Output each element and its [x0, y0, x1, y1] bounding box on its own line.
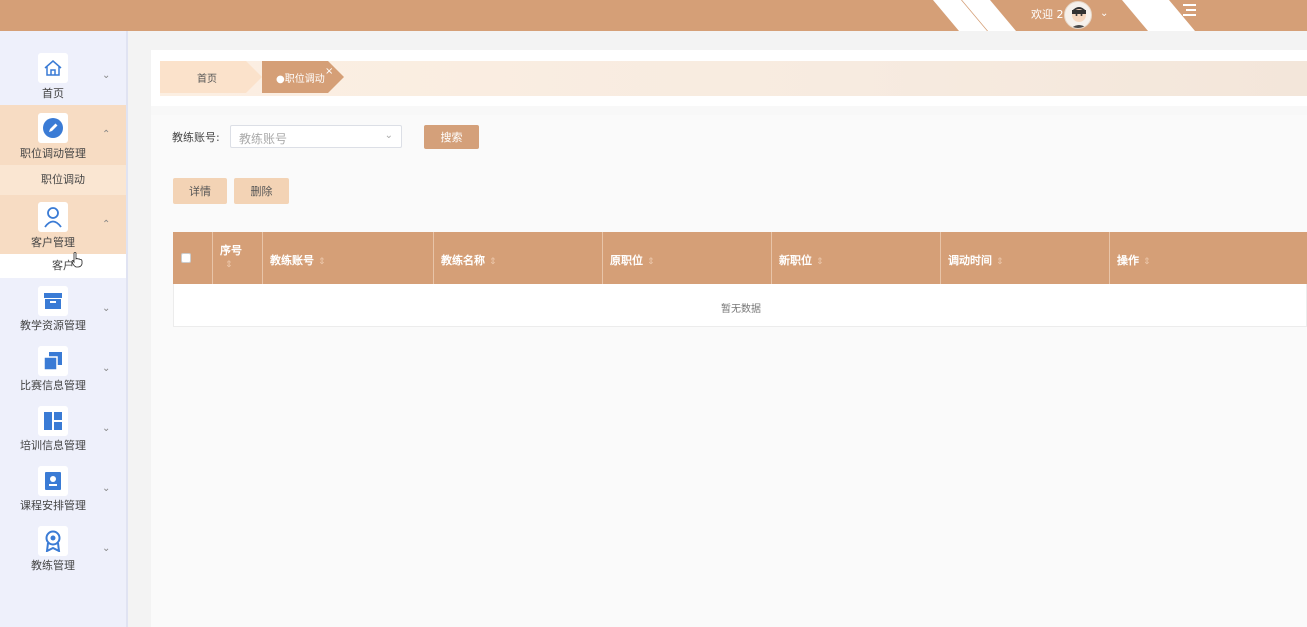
- user-icon: [38, 202, 68, 232]
- search-label: 教练账号:: [172, 131, 220, 144]
- chevron-up-icon: ⌃: [102, 219, 111, 230]
- chevron-down-icon: ⌄: [102, 483, 111, 494]
- col-old-position[interactable]: 原职位 ⇕: [603, 232, 772, 284]
- sidebar-item-label: 职位调动管理: [20, 147, 86, 160]
- tab-home[interactable]: 首页: [160, 61, 262, 93]
- col-label: 原职位: [610, 254, 643, 267]
- welcome-text: 欢迎 2: [1031, 8, 1064, 21]
- sort-icon[interactable]: ⇕: [816, 257, 824, 267]
- menu-icon[interactable]: [1183, 3, 1201, 21]
- tab-transfer-label: ●职位调动: [276, 74, 325, 85]
- cursor-hand-icon: [71, 252, 83, 268]
- avatar[interactable]: [1064, 1, 1092, 29]
- tab-transfer[interactable]: ●职位调动 ×: [262, 61, 344, 93]
- col-actions[interactable]: 操作 ⇕: [1110, 232, 1307, 284]
- col-new-position[interactable]: 新职位 ⇕: [772, 232, 941, 284]
- home-icon: [38, 53, 68, 83]
- sidebar-item-label: 教学资源管理: [20, 319, 86, 332]
- select-all-cell: [173, 232, 213, 284]
- archive-icon: [38, 286, 68, 316]
- col-label: 调动时间: [948, 254, 992, 267]
- sidebar-item-customer[interactable]: 客户管理 ⌃: [0, 195, 126, 254]
- col-coach-name[interactable]: 教练名称 ⇕: [434, 232, 603, 284]
- sidebar-item-transfer[interactable]: 职位调动管理 ⌃: [0, 105, 126, 165]
- col-transfer-time[interactable]: 调动时间 ⇕: [941, 232, 1110, 284]
- main-panel: [151, 115, 1307, 627]
- delete-button[interactable]: 删除: [234, 178, 289, 204]
- table-body: 暂无数据: [173, 284, 1307, 327]
- chevron-down-icon: ⌄: [384, 130, 393, 141]
- chevron-down-icon: ⌄: [102, 303, 111, 314]
- sort-icon[interactable]: ⇕: [225, 260, 233, 270]
- sidebar-item-home[interactable]: 首页 ⌄: [0, 45, 126, 105]
- sidebar: 首页 ⌄ 职位调动管理 ⌃ 职位调动 客户管理 ⌃ 客户 教学资源管理 ⌄ 比赛…: [0, 31, 128, 627]
- sidebar-item-label: 课程安排管理: [20, 499, 86, 512]
- sort-icon[interactable]: ⇕: [1143, 257, 1151, 267]
- sort-icon[interactable]: ⇕: [489, 257, 497, 267]
- col-label: 操作: [1117, 254, 1139, 267]
- col-label: 新职位: [779, 254, 812, 267]
- close-icon[interactable]: ×: [325, 66, 333, 77]
- col-label: 序号: [220, 244, 242, 257]
- sidebar-item-label: 客户管理: [31, 236, 75, 249]
- chevron-up-icon: ⌃: [102, 129, 111, 140]
- sidebar-item-training[interactable]: 培训信息管理 ⌄: [0, 401, 126, 461]
- search-button[interactable]: 搜索: [424, 125, 479, 149]
- submenu-item-customer[interactable]: 客户: [0, 254, 126, 278]
- col-label: 教练名称: [441, 254, 485, 267]
- empty-state-text: 暂无数据: [721, 304, 761, 315]
- badge-icon: [38, 466, 68, 496]
- chevron-down-icon: ⌄: [102, 423, 111, 434]
- sidebar-item-course[interactable]: 课程安排管理 ⌄: [0, 461, 126, 521]
- search-placeholder: 教练账号: [239, 132, 288, 146]
- submenu-item-transfer[interactable]: 职位调动: [0, 165, 126, 195]
- dashboard-icon: [38, 406, 68, 436]
- medal-icon: [38, 526, 68, 556]
- table-header: 序号 ⇕ 教练账号 ⇕ 教练名称 ⇕ 原职位 ⇕ 新职位 ⇕ 调动时间 ⇕ 操作 ⇕: [173, 232, 1307, 284]
- select-all-checkbox[interactable]: [181, 253, 191, 263]
- col-coach-account[interactable]: 教练账号 ⇕: [263, 232, 434, 284]
- chevron-down-icon: ⌄: [102, 70, 111, 81]
- edit-icon: [38, 113, 68, 143]
- sidebar-item-label: 比赛信息管理: [20, 379, 86, 392]
- copy-icon: [38, 346, 68, 376]
- sort-icon[interactable]: ⇕: [318, 257, 326, 267]
- avatar-icon: [1071, 7, 1087, 28]
- top-bar: 欢迎 2 ⌄: [0, 0, 1307, 31]
- chevron-down-icon: ⌄: [102, 363, 111, 374]
- chevron-down-icon: ⌄: [102, 543, 111, 554]
- sidebar-item-label: 首页: [42, 87, 64, 100]
- col-index[interactable]: 序号 ⇕: [213, 232, 263, 284]
- detail-button[interactable]: 详情: [173, 178, 227, 204]
- sidebar-item-label: 教练管理: [31, 559, 75, 572]
- sidebar-item-label: 培训信息管理: [20, 439, 86, 452]
- sort-icon[interactable]: ⇕: [647, 257, 655, 267]
- col-label: 教练账号: [270, 254, 314, 267]
- coach-account-select[interactable]: 教练账号 ⌄: [230, 125, 402, 148]
- sidebar-item-coach[interactable]: 教练管理 ⌄: [0, 521, 126, 581]
- tab-home-label: 首页: [197, 74, 217, 85]
- chevron-down-icon[interactable]: ⌄: [1100, 8, 1108, 19]
- sort-icon[interactable]: ⇕: [996, 257, 1004, 267]
- sidebar-item-competition[interactable]: 比赛信息管理 ⌄: [0, 341, 126, 401]
- sidebar-item-teaching[interactable]: 教学资源管理 ⌄: [0, 281, 126, 341]
